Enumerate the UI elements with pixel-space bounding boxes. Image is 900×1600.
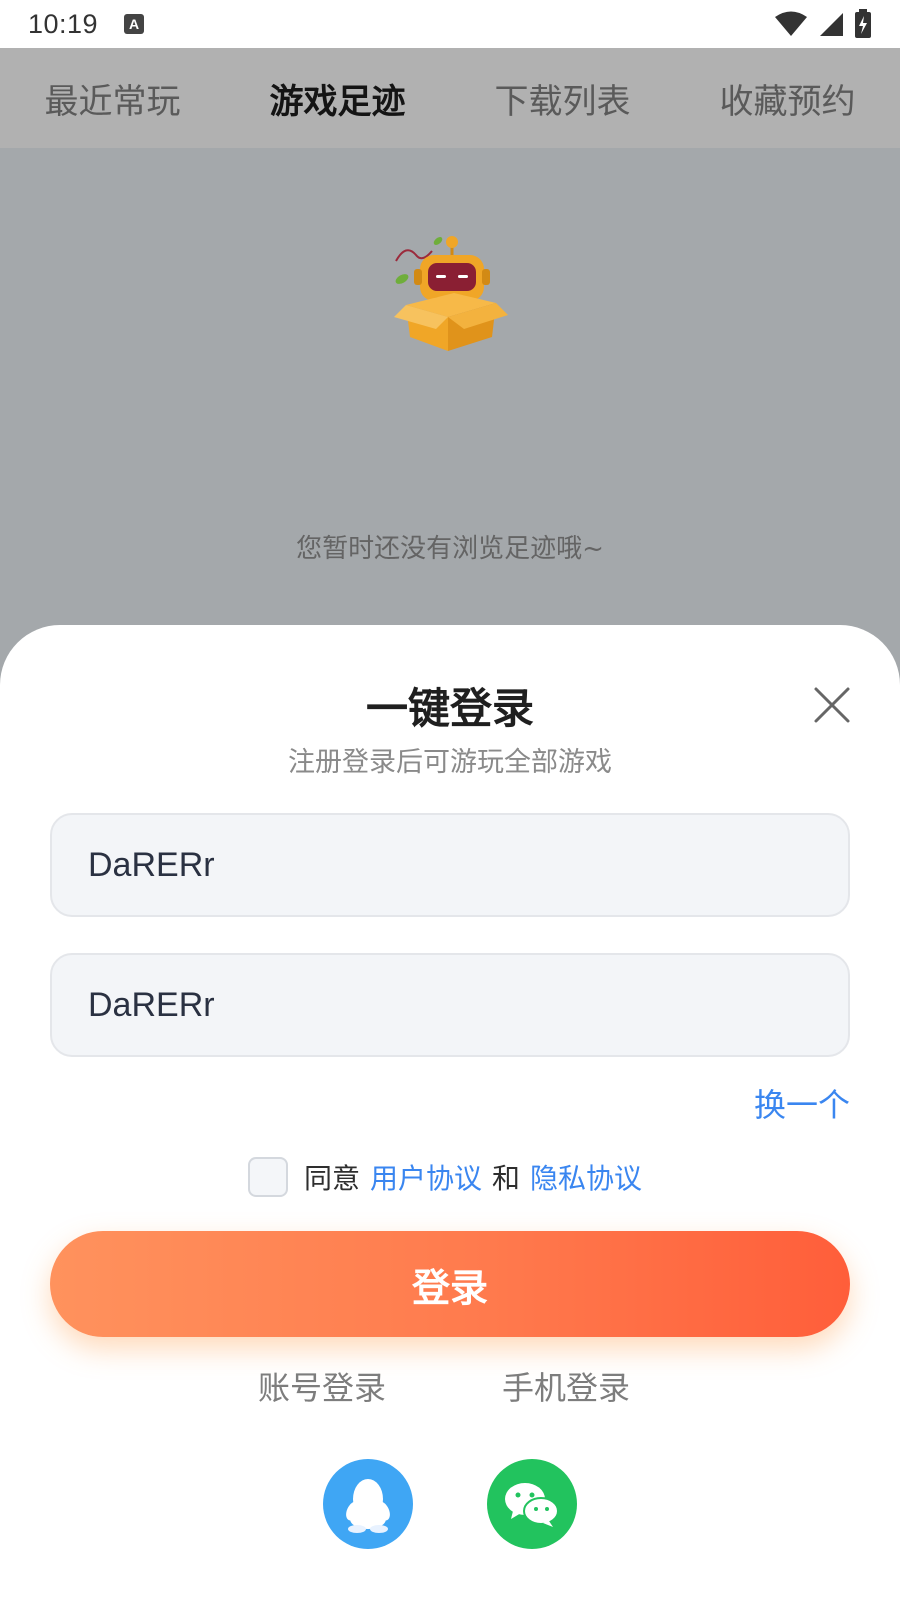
phone-login-link[interactable]: 手机登录 (502, 1363, 630, 1409)
status-icons (774, 9, 872, 39)
wechat-icon (505, 1483, 559, 1527)
login-bottom-sheet: 一键登录 注册登录后可游玩全部游戏 DaRERr DaRERr 换一个 同意 用… (0, 625, 900, 1600)
agreement-row: 同意 用户协议 和 隐私协议 (0, 1157, 900, 1197)
tab-recent-played[interactable]: 最近常玩 (0, 74, 225, 123)
sheet-title: 一键登录 (365, 684, 534, 733)
tab-favorites[interactable]: 收藏预约 (675, 74, 900, 123)
wechat-login-button[interactable] (487, 1459, 577, 1549)
empty-state-message: 您暂时还没有浏览足迹哦~ (296, 534, 604, 564)
wifi-icon (775, 11, 807, 36)
user-agreement-link[interactable]: 用户协议 (370, 1157, 482, 1197)
username-field[interactable]: DaRERr (50, 813, 850, 917)
qq-login-button[interactable] (323, 1459, 413, 1549)
sheet-subtitle: 注册登录后可游玩全部游戏 (288, 747, 612, 778)
password-field[interactable]: DaRERr (50, 953, 850, 1057)
close-icon[interactable] (812, 685, 852, 725)
agree-prefix: 同意 (303, 1162, 360, 1195)
tab-game-history[interactable]: 游戏足迹 (225, 74, 450, 123)
robot-in-box-icon (394, 236, 508, 351)
account-login-link[interactable]: 账号登录 (258, 1363, 386, 1409)
status-time: 10:19 (28, 8, 99, 39)
login-button[interactable]: 登录 (50, 1231, 850, 1337)
qq-icon (346, 1479, 390, 1533)
tab-download-list[interactable]: 下载列表 (450, 74, 675, 123)
notification-icon: A (124, 14, 145, 34)
cellular-signal-icon (820, 13, 843, 36)
agree-and: 和 (492, 1162, 521, 1195)
status-bar: 10:19 A (0, 0, 900, 48)
tab-bar: 最近常玩 游戏足迹 下载列表 收藏预约 (0, 48, 900, 148)
empty-state: 您暂时还没有浏览足迹哦~ (0, 148, 900, 628)
privacy-policy-link[interactable]: 隐私协议 (530, 1157, 642, 1197)
swap-account-link[interactable]: 换一个 (754, 1080, 850, 1126)
battery-icon (855, 9, 871, 38)
agree-checkbox[interactable] (247, 1157, 288, 1197)
